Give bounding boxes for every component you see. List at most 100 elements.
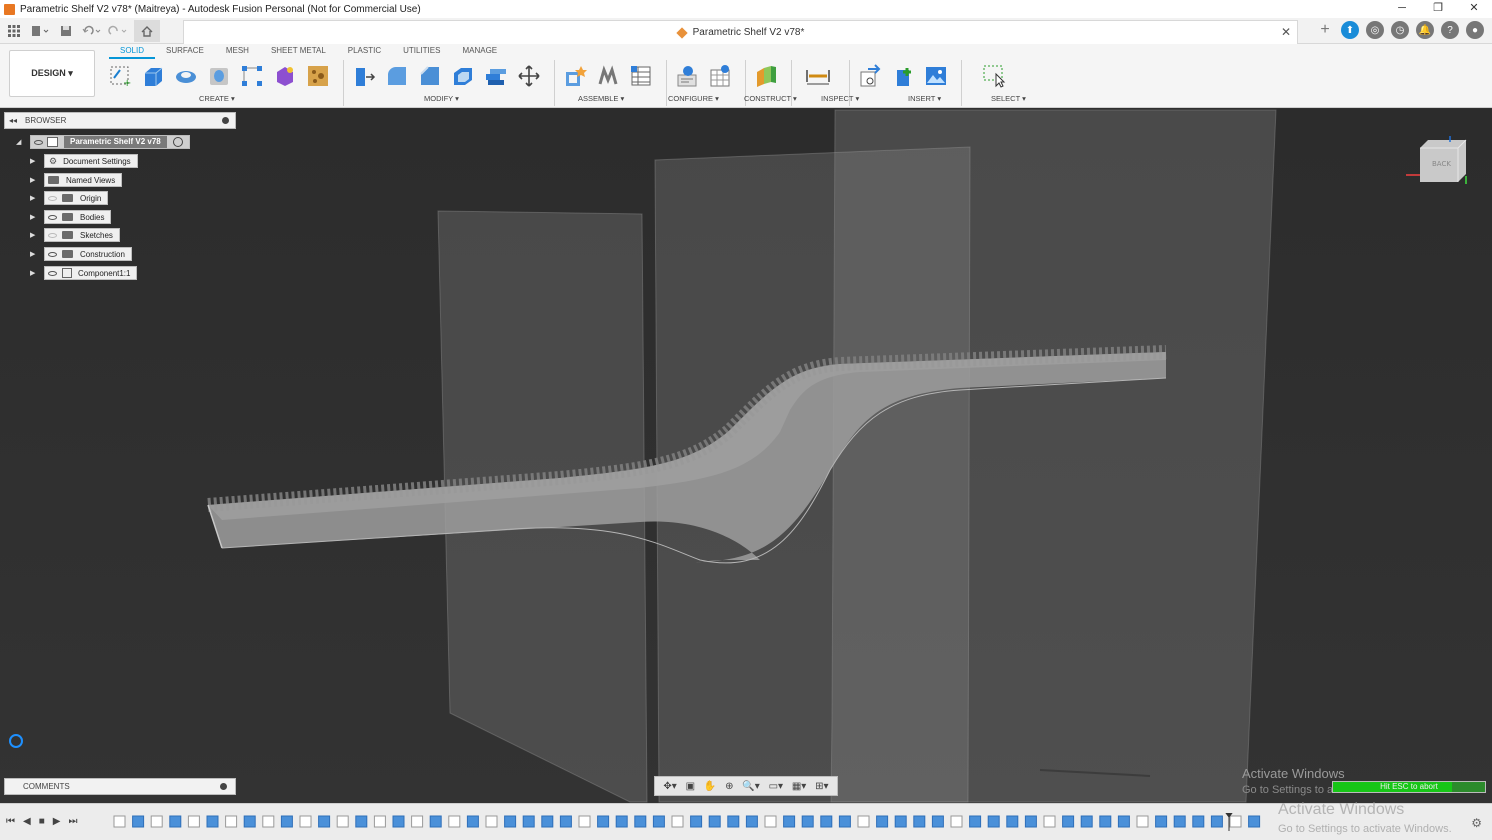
timeline-feature-icon[interactable] bbox=[913, 815, 926, 828]
timeline-feature-icon[interactable] bbox=[225, 815, 238, 828]
timeline-feature-icon[interactable] bbox=[578, 815, 591, 828]
tab-sheet-metal[interactable]: SHEET METAL bbox=[260, 45, 337, 59]
play-icon[interactable]: ▶ bbox=[53, 816, 61, 827]
expand-icon[interactable]: ▶ bbox=[30, 176, 38, 184]
timeline-feature-icon[interactable] bbox=[113, 815, 126, 828]
timeline-feature-icon[interactable] bbox=[355, 815, 368, 828]
revolve-icon[interactable] bbox=[172, 63, 200, 89]
collapse-browser-icon[interactable]: ◂◂ bbox=[9, 116, 17, 125]
configure-parameters-icon[interactable] bbox=[673, 63, 701, 89]
timeline-feature-icon[interactable] bbox=[727, 815, 740, 828]
measure-icon[interactable] bbox=[798, 63, 838, 89]
minimize-button[interactable]: ─ bbox=[1384, 0, 1420, 18]
chamfer-icon[interactable] bbox=[416, 63, 444, 89]
timeline-feature-icon[interactable] bbox=[429, 815, 442, 828]
insert-group-label[interactable]: INSERT ▾ bbox=[908, 94, 941, 103]
inspect-group-label[interactable]: INSPECT ▾ bbox=[821, 94, 859, 103]
timeline-feature-icon[interactable] bbox=[801, 815, 814, 828]
browser-item-origin[interactable]: ▶ Origin bbox=[30, 191, 109, 205]
timeline-feature-icon[interactable] bbox=[876, 815, 889, 828]
press-pull-icon[interactable] bbox=[350, 63, 378, 89]
comments-panel-header[interactable]: COMMENTS bbox=[4, 778, 236, 795]
timeline-feature-icon[interactable] bbox=[969, 815, 982, 828]
rectangular-pattern-icon[interactable] bbox=[238, 63, 266, 89]
collapse-root-icon[interactable]: ◢ bbox=[16, 138, 24, 146]
fit-icon[interactable]: 🔍▾ bbox=[742, 781, 759, 792]
timeline-feature-icon[interactable] bbox=[504, 815, 517, 828]
timeline-feature-icon[interactable] bbox=[1043, 815, 1056, 828]
timeline-settings-icon[interactable]: ⚙ bbox=[1471, 816, 1482, 830]
offset-plane-icon[interactable] bbox=[752, 63, 780, 89]
bill-of-materials-icon[interactable] bbox=[627, 63, 655, 89]
timeline-feature-icon[interactable] bbox=[931, 815, 944, 828]
notifications-icon[interactable]: 🔔 bbox=[1416, 21, 1434, 39]
create-group-label[interactable]: CREATE ▾ bbox=[199, 94, 235, 103]
zoom-icon[interactable]: ⊕ bbox=[725, 781, 733, 792]
timeline-feature-icon[interactable] bbox=[336, 815, 349, 828]
joint-icon[interactable] bbox=[594, 63, 622, 89]
timeline-feature-icon[interactable] bbox=[1210, 815, 1223, 828]
user-avatar-icon[interactable]: ● bbox=[1466, 21, 1484, 39]
new-component-icon[interactable] bbox=[561, 63, 589, 89]
timeline-feature-icon[interactable] bbox=[1006, 815, 1019, 828]
browser-item-construction[interactable]: ▶ Construction bbox=[30, 247, 132, 261]
move-copy-icon[interactable] bbox=[515, 63, 543, 89]
timeline-feature-icon[interactable] bbox=[299, 815, 312, 828]
workspace-switcher-button[interactable]: DESIGN ▾ bbox=[9, 50, 95, 97]
timeline-feature-icon[interactable] bbox=[150, 815, 163, 828]
timeline-feature-icon[interactable] bbox=[485, 815, 498, 828]
timeline-feature-icon[interactable] bbox=[206, 815, 219, 828]
timeline-track[interactable] bbox=[112, 813, 1452, 831]
create-form-icon[interactable] bbox=[271, 63, 299, 89]
timeline-feature-icon[interactable] bbox=[1024, 815, 1037, 828]
display-settings-icon[interactable]: ▭▾ bbox=[769, 781, 783, 792]
fillet-icon[interactable] bbox=[383, 63, 411, 89]
select-icon[interactable] bbox=[980, 63, 1008, 89]
browser-item-component1[interactable]: ▶ Component1:1 bbox=[30, 266, 138, 280]
undo-icon[interactable] bbox=[82, 22, 102, 40]
grid-settings-icon[interactable]: ▦▾ bbox=[792, 781, 806, 792]
timeline-feature-icon[interactable] bbox=[857, 815, 870, 828]
insert-canvas-icon[interactable] bbox=[922, 63, 950, 89]
construct-group-label[interactable]: CONSTRUCT ▾ bbox=[744, 94, 797, 103]
timeline-feature-icon[interactable] bbox=[280, 815, 293, 828]
document-tab[interactable]: Parametric Shelf V2 v78* ✕ bbox=[183, 20, 1298, 44]
save-icon[interactable] bbox=[56, 22, 76, 40]
timeline-feature-icon[interactable] bbox=[541, 815, 554, 828]
data-panel-icon[interactable]: ◎ bbox=[1366, 21, 1384, 39]
timeline-feature-icon[interactable] bbox=[1248, 815, 1261, 828]
timeline-feature-icon[interactable] bbox=[466, 815, 479, 828]
orbit-icon[interactable]: ✥▾ bbox=[663, 781, 676, 792]
select-group-label[interactable]: SELECT ▾ bbox=[991, 94, 1026, 103]
timeline-feature-icon[interactable] bbox=[169, 815, 182, 828]
redo-icon[interactable] bbox=[108, 22, 128, 40]
tab-solid[interactable]: SOLID bbox=[109, 45, 156, 59]
timeline-feature-icon[interactable] bbox=[1099, 815, 1112, 828]
browser-panel-header[interactable]: ◂◂ BROWSER bbox=[4, 112, 236, 129]
timeline-feature-icon[interactable] bbox=[1117, 815, 1130, 828]
insert-derive-icon[interactable] bbox=[856, 63, 884, 89]
hole-icon[interactable] bbox=[205, 63, 233, 89]
timeline-feature-icon[interactable] bbox=[764, 815, 777, 828]
expand-icon[interactable]: ▶ bbox=[30, 194, 38, 202]
step-back-icon[interactable]: ◀ bbox=[23, 816, 31, 827]
timeline-feature-icon[interactable] bbox=[1173, 815, 1186, 828]
new-tab-icon[interactable]: + bbox=[1316, 21, 1334, 39]
timeline-feature-icon[interactable] bbox=[652, 815, 665, 828]
timeline-feature-icon[interactable] bbox=[838, 815, 851, 828]
pan-icon[interactable]: ✋ bbox=[704, 781, 716, 792]
timeline-feature-icon[interactable] bbox=[448, 815, 461, 828]
timeline-feature-icon[interactable] bbox=[262, 815, 275, 828]
3d-viewport[interactable] bbox=[0, 109, 1492, 803]
timeline-feature-icon[interactable] bbox=[783, 815, 796, 828]
visibility-eye-icon[interactable] bbox=[45, 248, 59, 260]
timeline-feature-icon[interactable] bbox=[690, 815, 703, 828]
visibility-eye-icon[interactable] bbox=[45, 267, 59, 279]
browser-item-document-settings[interactable]: ▶ ⚙ Document Settings bbox=[30, 154, 138, 168]
extrude-icon[interactable] bbox=[139, 63, 167, 89]
browser-item-named-views[interactable]: ▶ Named Views bbox=[30, 173, 123, 187]
timeline-feature-icon[interactable] bbox=[187, 815, 200, 828]
tab-mesh[interactable]: MESH bbox=[215, 45, 260, 59]
viewports-icon[interactable]: ⊞▾ bbox=[815, 781, 828, 792]
close-window-button[interactable]: ✕ bbox=[1456, 0, 1492, 18]
